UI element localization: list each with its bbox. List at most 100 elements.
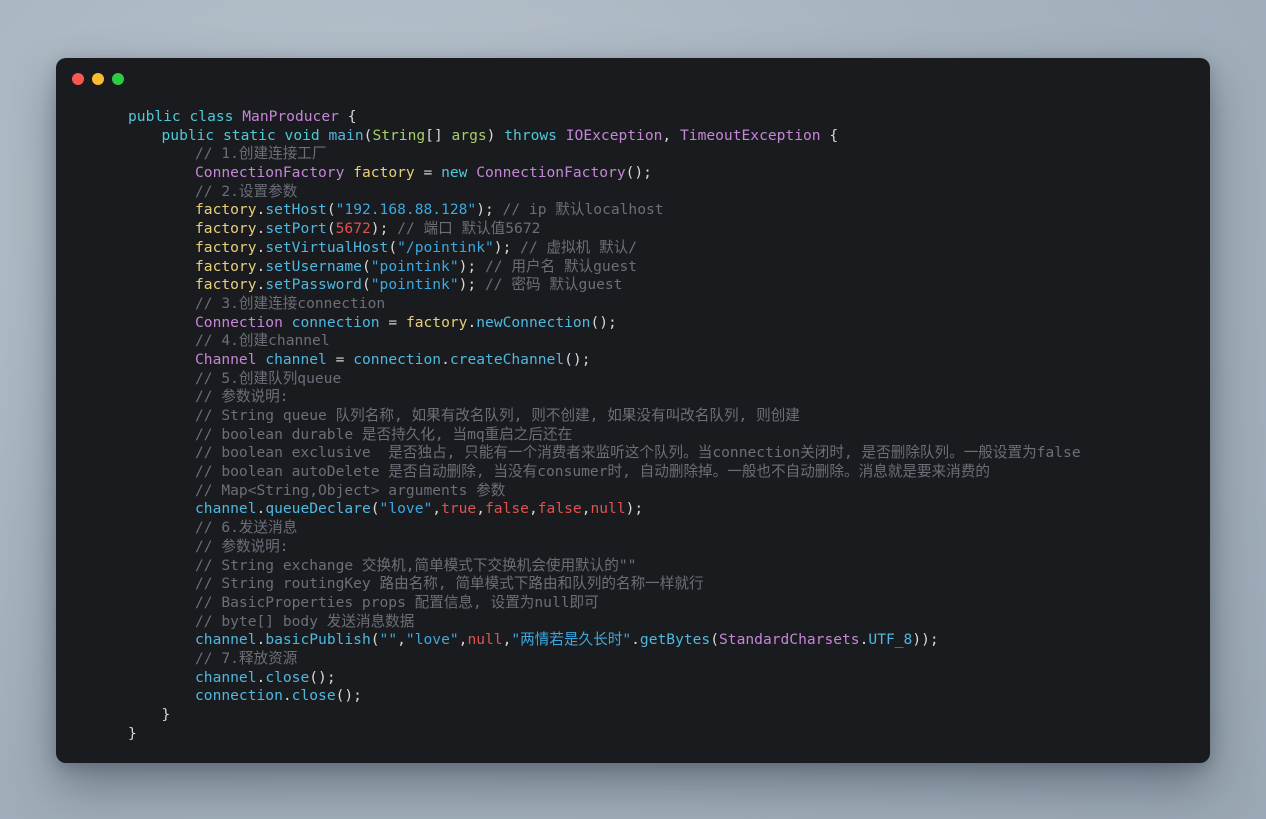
code-token-punc: = (423, 164, 433, 182)
code-token-cmt: // boolean durable 是否持久化, 当mq重启之后还在 (195, 425, 573, 443)
code-token-punc: . (256, 201, 266, 219)
code-token-punc: . (256, 238, 266, 256)
code-token-punc: . (256, 668, 266, 686)
code-token-kw: new (441, 164, 468, 182)
code-token-punc: . (631, 631, 640, 649)
code-token-type: ManProducer (242, 108, 339, 125)
code-token-cmt: // 2.设置参数 (195, 182, 298, 200)
code-content[interactable]: public class ManProducer {public static … (56, 100, 1210, 743)
code-token-ident: setPort (265, 220, 327, 238)
code-token-type: IOException (565, 126, 663, 144)
close-button[interactable] (72, 73, 84, 85)
code-line: // boolean exclusive 是否独占, 只能有一个消费者来监听这个… (56, 444, 1210, 463)
code-token-cmt: // 密码 默认guest (485, 276, 623, 294)
code-line: public class ManProducer { (56, 108, 1210, 127)
code-token-punc: (); (335, 687, 362, 705)
code-token-punc: ); (458, 276, 477, 294)
code-token-ident: channel (195, 668, 257, 686)
code-line: public static void main(String[] args) t… (56, 127, 1210, 146)
code-token-str: "pointink" (370, 276, 459, 294)
code-line: // 3.创建连接connection (56, 295, 1210, 314)
code-token-ident: setVirtualHost (265, 238, 389, 256)
code-token-ident: basicPublish (265, 631, 371, 649)
code-token-punc: ( (361, 257, 371, 275)
code-token-punc: , (432, 500, 442, 518)
code-editor-window: public class ManProducer {public static … (56, 58, 1210, 763)
code-token-punc: . (256, 500, 266, 518)
code-token-cmt: // 7.释放资源 (195, 649, 298, 667)
code-token-punc: ); (476, 201, 494, 219)
code-token-punc: , (397, 631, 406, 649)
code-token-cmt: // 3.创建连接connection (195, 294, 386, 312)
code-token-cmt: // boolean exclusive 是否独占, 只能有一个消费者来监听这个… (195, 444, 1081, 462)
code-token-punc: . (256, 220, 266, 238)
code-line: Connection connection = factory.newConne… (56, 314, 1210, 333)
code-line: channel.queueDeclare("love",true,false,f… (56, 500, 1210, 519)
code-line: // String queue 队列名称, 如果有改名队列, 则不创建, 如果没… (56, 407, 1210, 426)
code-token-punc: ( (361, 276, 371, 294)
code-token-type: ConnectionFactory (195, 164, 345, 182)
code-token-str: "两情若是久长时" (511, 631, 632, 649)
code-token-punc: = (388, 313, 398, 331)
code-line: // boolean durable 是否持久化, 当mq重启之后还在 (56, 426, 1210, 445)
code-token-punc: . (256, 257, 266, 275)
code-line: // 6.发送消息 (56, 519, 1210, 538)
code-line: // 7.释放资源 (56, 650, 1210, 669)
code-token-cmt: // ip 默认localhost (502, 201, 664, 219)
code-token-punc: ); (370, 220, 389, 238)
code-token-cmt: // byte[] body 发送消息数据 (195, 612, 415, 630)
code-token-ident: createChannel (449, 350, 565, 368)
code-token-num: 5672 (335, 220, 371, 238)
code-token-cmt: // 6.发送消息 (195, 519, 298, 537)
code-token-var: factory (195, 238, 257, 256)
minimize-button[interactable] (92, 73, 104, 85)
code-line: factory.setHost("192.168.88.128"); // ip… (56, 201, 1210, 220)
code-token-punc: . (256, 276, 266, 294)
code-token-greenid: String (372, 126, 426, 144)
code-line: connection.close(); (56, 687, 1210, 706)
code-line: factory.setVirtualHost("/pointink"); // … (56, 239, 1210, 258)
code-line: // 4.创建channel (56, 332, 1210, 351)
code-token-cmt: // 用户名 默认guest (485, 257, 638, 275)
code-token-var: factory (195, 201, 257, 219)
code-token-cmt: // 参数说明: (195, 537, 289, 555)
code-token-kw: public (161, 126, 215, 144)
code-line: channel.close(); (56, 669, 1210, 688)
code-token-ident: UTF_8 (868, 631, 913, 649)
code-token-punc: { (347, 108, 357, 125)
code-token-kw: throws (504, 126, 557, 144)
code-token-punc: . (467, 313, 477, 331)
code-line: // String exchange 交换机,简单模式下交换机会使用默认的"" (56, 557, 1210, 576)
desktop-background: public class ManProducer {public static … (0, 0, 1266, 819)
code-token-str: "love" (405, 631, 459, 649)
code-token-cmt: // 端口 默认值5672 (397, 220, 541, 238)
code-token-var: factory (353, 164, 415, 182)
code-line: Channel channel = connection.createChann… (56, 351, 1210, 370)
code-line: // Map<String,Object> arguments 参数 (56, 482, 1210, 501)
code-token-ident: channel (195, 631, 257, 649)
code-token-cmt: // BasicProperties props 配置信息, 设置为null即可 (195, 593, 599, 611)
code-token-punc: ( (370, 500, 380, 518)
code-line: factory.setUsername("pointink"); // 用户名 … (56, 258, 1210, 277)
maximize-button[interactable] (112, 73, 124, 85)
code-token-lit: null (467, 631, 503, 649)
code-token-str: "pointink" (370, 257, 459, 275)
code-line: // 2.设置参数 (56, 183, 1210, 202)
code-token-str: "" (379, 631, 398, 649)
code-line: } (56, 706, 1210, 725)
code-token-punc: ( (326, 220, 336, 238)
code-token-punc: ( (710, 631, 720, 649)
code-token-punc: )); (912, 631, 939, 649)
code-line: } (56, 725, 1210, 744)
code-token-cmt: // String exchange 交换机,简单模式下交换机会使用默认的"" (195, 556, 637, 574)
